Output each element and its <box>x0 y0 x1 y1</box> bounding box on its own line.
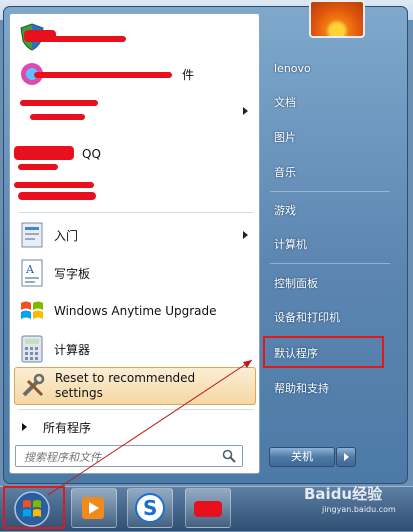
annotation-arrow <box>47 359 253 496</box>
watermark-logo: Baidu经验 <box>304 485 383 503</box>
watermark-url: jingyan.baidu.com <box>322 505 396 514</box>
